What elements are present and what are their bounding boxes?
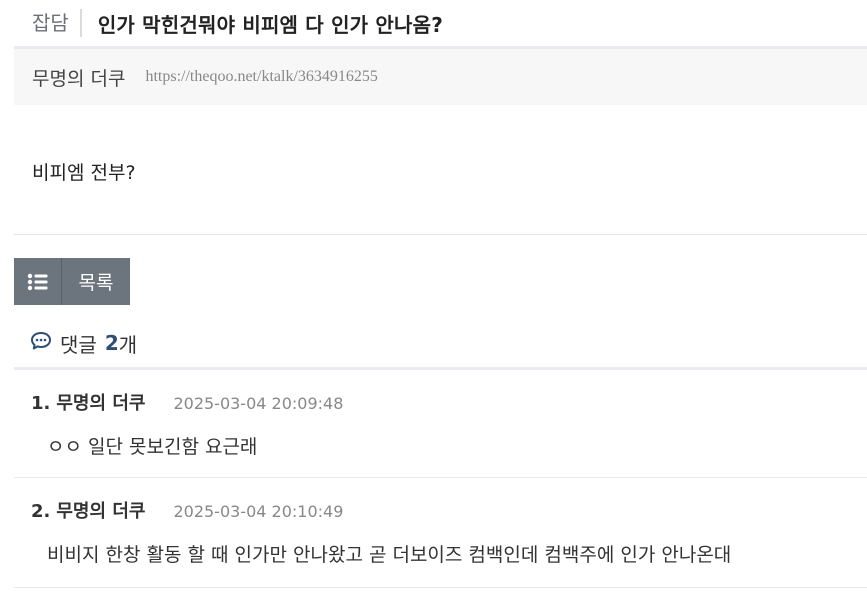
post-url-link[interactable]: https://theqoo.net/ktalk/3634916255 bbox=[145, 68, 377, 86]
list-button[interactable]: 목록 bbox=[14, 258, 130, 305]
comment-author: 무명의 더쿠 bbox=[56, 501, 146, 522]
post-title: 인가 막힌건뭐야 비피엠 다 인가 안나옴? bbox=[97, 12, 444, 37]
post-content: 비피엠 전부? bbox=[32, 162, 136, 184]
comments-count: 2 bbox=[104, 331, 119, 355]
comment-number: 1. bbox=[31, 393, 51, 414]
list-button-label: 목록 bbox=[78, 272, 114, 294]
post-container: 잡담 인가 막힌건뭐야 비피엠 다 인가 안나옴? 무명의 더쿠 https:/… bbox=[14, 0, 867, 588]
post-header: 잡담 인가 막힌건뭐야 비피엠 다 인가 안나옴? bbox=[14, 0, 867, 49]
comment-timestamp: 2025-03-04 20:09:48 bbox=[173, 394, 344, 413]
post-meta: 무명의 더쿠 https://theqoo.net/ktalk/36349162… bbox=[14, 49, 867, 105]
list-icon bbox=[14, 258, 62, 305]
comment-number: 2. bbox=[31, 501, 51, 522]
comment-item: 1. 무명의 더쿠 2025-03-04 20:09:48 ㅇㅇ 일단 못보긴함… bbox=[14, 370, 867, 478]
comment-bubble-icon bbox=[30, 331, 52, 355]
post-author: 무명의 더쿠 bbox=[32, 67, 126, 90]
comments-header: 댓글 2 개 bbox=[14, 319, 867, 370]
post-category[interactable]: 잡담 bbox=[14, 9, 82, 37]
post-body: 비피엠 전부? bbox=[14, 105, 867, 235]
comment-author: 무명의 더쿠 bbox=[56, 393, 146, 414]
comment-timestamp: 2025-03-04 20:10:49 bbox=[173, 502, 344, 521]
comment-text: ㅇㅇ 일단 못보긴함 요근래 bbox=[47, 436, 258, 458]
comment-header: 1. 무명의 더쿠 2025-03-04 20:09:48 bbox=[31, 370, 867, 415]
comment-text: 비비지 한창 활동 할 때 인가만 안나왔고 곧 더보이즈 컴백인데 컴백주에 … bbox=[47, 544, 732, 566]
comment-item: 2. 무명의 더쿠 2025-03-04 20:10:49 비비지 한창 활동 … bbox=[14, 478, 867, 588]
comments-label: 댓글 bbox=[60, 332, 97, 357]
comment-header: 2. 무명의 더쿠 2025-03-04 20:10:49 bbox=[31, 478, 867, 523]
comments-count-unit: 개 bbox=[118, 332, 138, 357]
